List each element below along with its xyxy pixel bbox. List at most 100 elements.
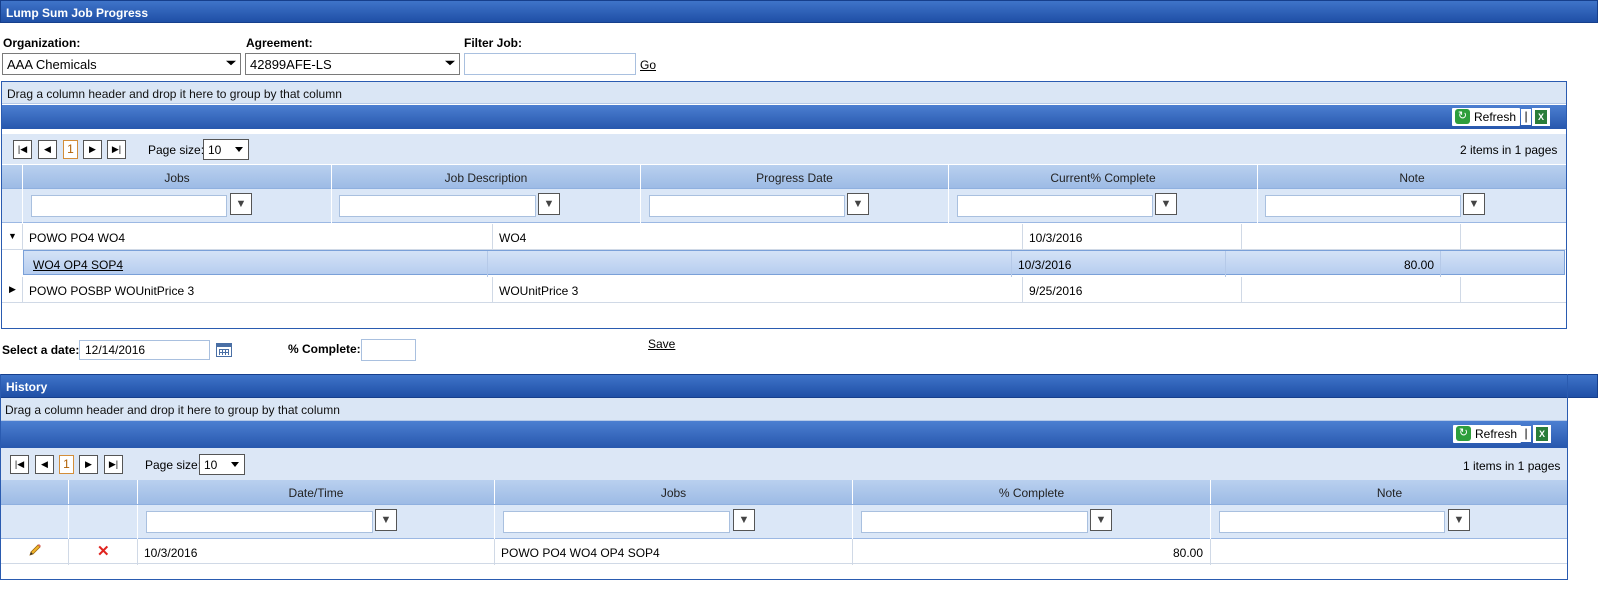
filter-input-note[interactable] xyxy=(1219,511,1445,533)
filter-icon[interactable]: ▼ xyxy=(538,193,560,215)
agreement-select[interactable]: 42899AFE-LS xyxy=(245,53,460,75)
filter-input-progress-date[interactable] xyxy=(649,195,845,217)
table-row[interactable]: ▼ POWO PO4 WO4 WO4 10/3/2016 xyxy=(2,224,1566,250)
chevron-down-icon xyxy=(445,60,455,66)
column-header-jobs[interactable]: Jobs xyxy=(495,480,853,504)
table-row-selected[interactable]: WO4 OP4 SOP4 10/3/2016 80.00 xyxy=(23,250,1565,277)
filter-input-datetime[interactable] xyxy=(146,511,373,533)
percent-complete-cell: 80.00 xyxy=(853,539,1211,565)
excel-export-button[interactable]: X xyxy=(1532,108,1550,126)
agreement-value: 42899AFE-LS xyxy=(250,57,332,72)
last-page-icon[interactable]: ▶| xyxy=(107,140,126,159)
column-header-note[interactable]: Note xyxy=(1211,480,1568,504)
delete-column-header xyxy=(69,480,138,504)
job-cell: POWO PO4 WO4 xyxy=(23,224,493,250)
column-header-percent-complete[interactable]: % Complete xyxy=(853,480,1211,504)
child-job-link[interactable]: WO4 OP4 SOP4 xyxy=(33,258,123,272)
column-header-jobs[interactable]: Jobs xyxy=(23,165,332,189)
filter-input-job-description[interactable] xyxy=(339,195,536,217)
refresh-icon: ↻ xyxy=(1456,426,1471,441)
job-cell: POWO POSBP WOUnitPrice 3 xyxy=(23,277,493,303)
history-grid-header: Date/Time Jobs % Complete Note xyxy=(0,480,1568,505)
history-pager: |◀ ◀ 1 ▶ ▶| Page size: 10 1 items in 1 p… xyxy=(0,448,1568,480)
page-size-select[interactable]: 10 xyxy=(199,454,245,475)
history-title-bar: History xyxy=(0,374,1598,398)
refresh-button[interactable]: ↻ Refresh xyxy=(1452,108,1521,126)
filter-cell-percent-complete: ▼ xyxy=(853,505,1211,539)
filter-cell-job-description: ▼ xyxy=(332,189,641,223)
child-job-cell: WO4 OP4 SOP4 xyxy=(24,251,488,277)
save-link[interactable]: Save xyxy=(648,337,675,351)
filter-icon[interactable]: ▼ xyxy=(1155,193,1177,215)
select-date-label: Select a date: xyxy=(2,343,80,357)
edit-column-header xyxy=(0,480,69,504)
next-page-icon[interactable]: ▶ xyxy=(83,140,102,159)
filter-cell-progress-date: ▼ xyxy=(641,189,949,223)
column-header-current-complete[interactable]: Current% Complete xyxy=(949,165,1258,189)
note-cell xyxy=(1461,277,1566,303)
pencil-icon[interactable] xyxy=(28,543,42,557)
filter-cell-note: ▼ xyxy=(1211,505,1568,539)
last-page-icon[interactable]: ▶| xyxy=(104,455,123,474)
description-cell: WOUnitPrice 3 xyxy=(493,277,1023,303)
filter-input-percent-complete[interactable] xyxy=(861,511,1088,533)
filter-icon[interactable]: ▼ xyxy=(1463,193,1485,215)
history-filter-row: ▼ ▼ ▼ ▼ xyxy=(0,505,1568,539)
filter-icon[interactable]: ▼ xyxy=(230,193,252,215)
current-complete-cell xyxy=(1242,277,1461,303)
filter-icon[interactable]: ▼ xyxy=(375,509,397,531)
page-title-bar: Lump Sum Job Progress xyxy=(0,0,1598,23)
prev-page-icon[interactable]: ◀ xyxy=(35,455,54,474)
grid-toolbar: ↻ Refresh | X xyxy=(2,105,1566,129)
current-complete-cell xyxy=(1242,224,1461,250)
first-page-icon[interactable]: |◀ xyxy=(10,455,29,474)
filter-input-note[interactable] xyxy=(1265,195,1461,217)
excel-export-icon: X xyxy=(1535,110,1547,124)
delete-x-icon[interactable]: ✕ xyxy=(97,542,110,560)
table-row: ✕ 10/3/2016 POWO PO4 WO4 OP4 SOP4 80.00 xyxy=(0,539,1568,565)
date-input[interactable]: 12/14/2016 xyxy=(79,340,210,360)
note-cell xyxy=(1211,539,1568,565)
collapse-arrow-icon[interactable]: ▼ xyxy=(2,224,23,250)
history-refresh-button[interactable]: ↻ Refresh xyxy=(1453,425,1522,443)
expand-arrow-icon[interactable]: ▶ xyxy=(2,277,23,303)
toolbar-separator: | xyxy=(1521,426,1531,442)
history-group-drop-area[interactable]: Drag a column header and drop it here to… xyxy=(0,398,1568,421)
page-size-value: 10 xyxy=(204,458,218,472)
calendar-icon[interactable] xyxy=(216,343,232,357)
agreement-label: Agreement: xyxy=(246,36,313,50)
go-link[interactable]: Go xyxy=(640,58,656,72)
current-page[interactable]: 1 xyxy=(63,140,78,159)
first-page-icon[interactable]: |◀ xyxy=(13,140,32,159)
filter-icon[interactable]: ▼ xyxy=(733,509,755,531)
history-title: History xyxy=(6,380,48,394)
table-row[interactable]: ▶ POWO POSBP WOUnitPrice 3 WOUnitPrice 3… xyxy=(2,277,1566,303)
next-page-icon[interactable]: ▶ xyxy=(79,455,98,474)
filter-icon[interactable]: ▼ xyxy=(1448,509,1470,531)
jobs-cell: POWO PO4 WO4 OP4 SOP4 xyxy=(495,539,853,565)
filter-input-current-complete[interactable] xyxy=(957,195,1153,217)
note-cell xyxy=(1461,224,1566,250)
filter-input-jobs[interactable] xyxy=(31,195,227,217)
filter-input-jobs[interactable] xyxy=(503,511,730,533)
current-page[interactable]: 1 xyxy=(59,455,74,474)
description-cell: WO4 xyxy=(493,224,1023,250)
filter-job-input[interactable] xyxy=(464,53,636,75)
filter-cell-empty xyxy=(69,505,138,539)
filter-icon[interactable]: ▼ xyxy=(847,193,869,215)
column-header-progress-date[interactable]: Progress Date xyxy=(641,165,949,189)
filter-icon[interactable]: ▼ xyxy=(1090,509,1112,531)
group-drop-area[interactable]: Drag a column header and drop it here to… xyxy=(2,82,1566,104)
delete-cell: ✕ xyxy=(69,539,138,565)
history-grid-bottom xyxy=(0,564,1568,580)
page-size-select[interactable]: 10 xyxy=(203,139,249,160)
prev-page-icon[interactable]: ◀ xyxy=(38,140,57,159)
percent-complete-input[interactable] xyxy=(361,339,416,361)
column-header-job-description[interactable]: Job Description xyxy=(332,165,641,189)
organization-select[interactable]: AAA Chemicals xyxy=(2,53,241,75)
column-header-note[interactable]: Note xyxy=(1258,165,1566,189)
column-header-datetime[interactable]: Date/Time xyxy=(138,480,495,504)
pager-info: 2 items in 1 pages xyxy=(1460,143,1558,157)
history-excel-export-button[interactable]: X xyxy=(1533,425,1551,443)
refresh-label: Refresh xyxy=(1474,110,1517,124)
